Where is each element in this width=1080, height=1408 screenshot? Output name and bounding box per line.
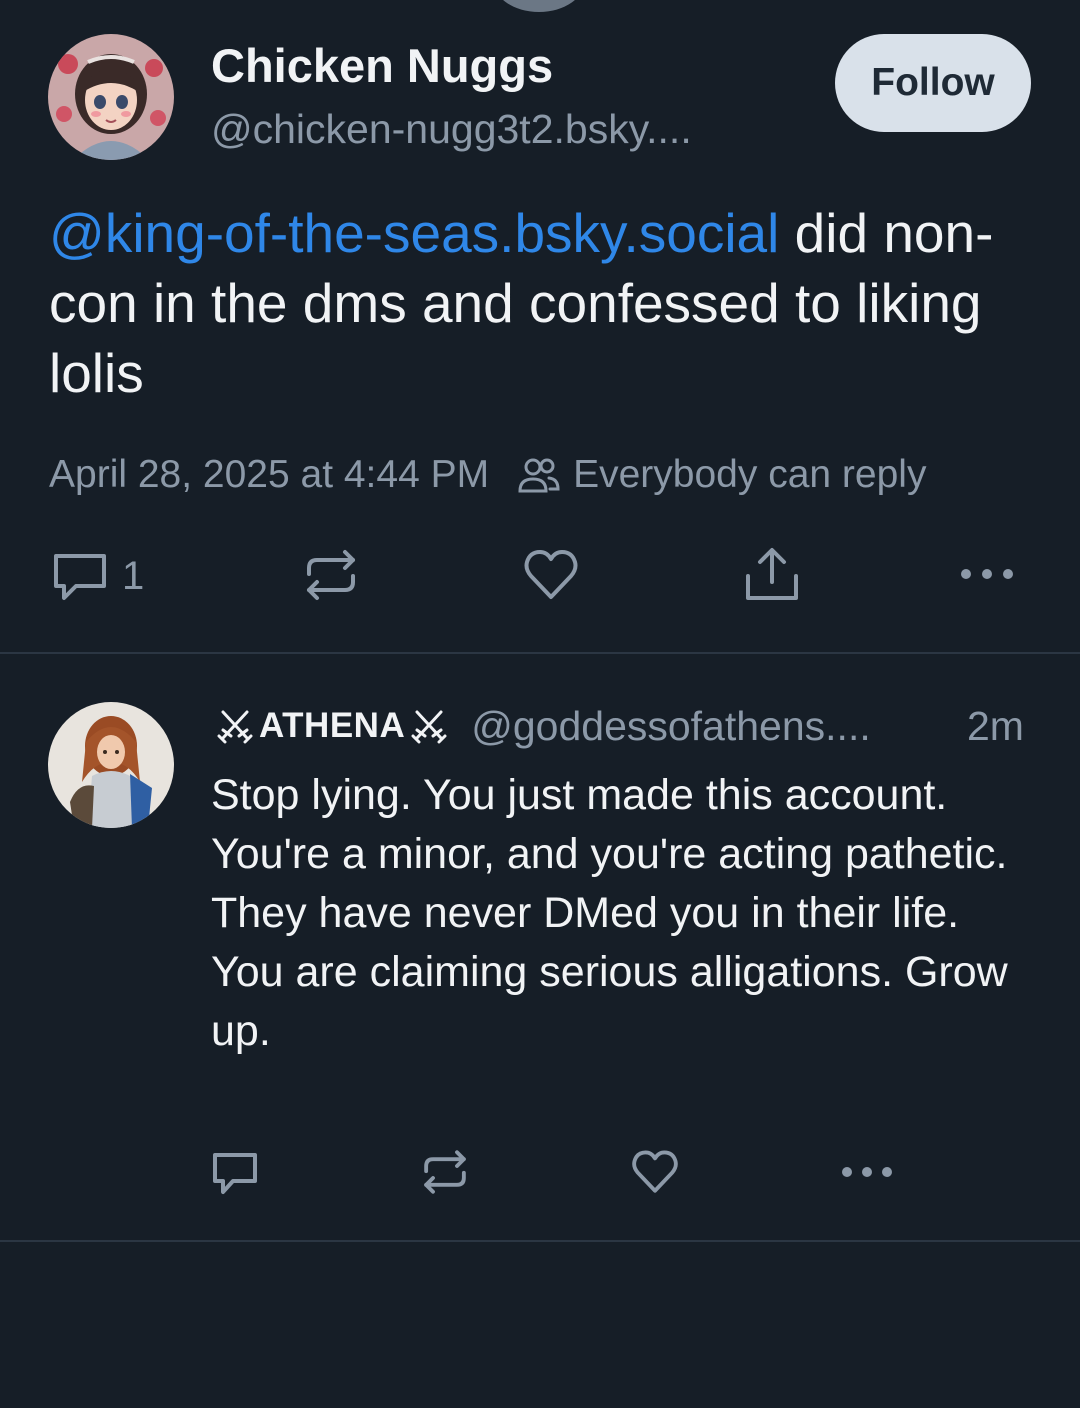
reply-timestamp[interactable]: 2m: [967, 698, 1024, 754]
reply-post[interactable]: ATHENA @goddessofathens.... 2m Stop lyin…: [0, 654, 1080, 1242]
more-options-button[interactable]: [960, 565, 1016, 583]
reply-more-button[interactable]: [841, 1164, 893, 1180]
reply-icon: [52, 550, 108, 602]
mention-link[interactable]: @king-of-the-seas.bsky.social: [49, 202, 779, 264]
follow-button[interactable]: Follow: [835, 34, 1031, 132]
reply-text: Stop lying. You just made this account. …: [211, 771, 1008, 1055]
reply-header: ATHENA @goddessofathens....: [211, 698, 871, 754]
post-text: @king-of-the-seas.bsky.social did non-co…: [49, 198, 1039, 408]
repost-icon: [421, 1148, 469, 1196]
repost-icon: [303, 548, 359, 602]
reply-author-handle[interactable]: @goddessofathens....: [471, 703, 871, 750]
main-post: Chicken Nuggs @chicken-nugg3t2.bsky.... …: [0, 0, 1080, 654]
like-icon: [631, 1149, 679, 1195]
reply-icon: [211, 1150, 259, 1196]
repost-button[interactable]: [303, 548, 359, 602]
share-icon: [744, 546, 800, 602]
reply-setting[interactable]: Everybody can reply: [573, 453, 926, 497]
crossed-swords-icon: [217, 708, 253, 744]
more-icon: [841, 1164, 893, 1180]
reply-repost-button[interactable]: [421, 1148, 469, 1196]
crossed-swords-icon: [411, 708, 447, 744]
post-meta: April 28, 2025 at 4:44 PM Everybody can …: [49, 448, 926, 502]
like-icon: [523, 548, 579, 602]
reply-author-name[interactable]: ATHENA: [259, 706, 405, 746]
post-timestamp[interactable]: April 28, 2025 at 4:44 PM: [49, 453, 489, 497]
share-button[interactable]: [744, 546, 800, 602]
reply-like-button[interactable]: [631, 1149, 679, 1195]
thread-view: Chicken Nuggs @chicken-nugg3t2.bsky.... …: [0, 0, 1080, 1408]
author-display-name[interactable]: Chicken Nuggs: [211, 38, 553, 93]
people-icon: [517, 455, 561, 495]
author-handle[interactable]: @chicken-nugg3t2.bsky....: [211, 106, 692, 153]
author-avatar[interactable]: [48, 34, 174, 160]
reply-author-avatar[interactable]: [48, 702, 174, 828]
reply-button[interactable]: 1: [52, 550, 144, 602]
reply-count: 1: [122, 553, 145, 598]
reply-reply-button[interactable]: [211, 1150, 259, 1196]
like-button[interactable]: [523, 548, 579, 602]
more-icon: [960, 565, 1016, 583]
